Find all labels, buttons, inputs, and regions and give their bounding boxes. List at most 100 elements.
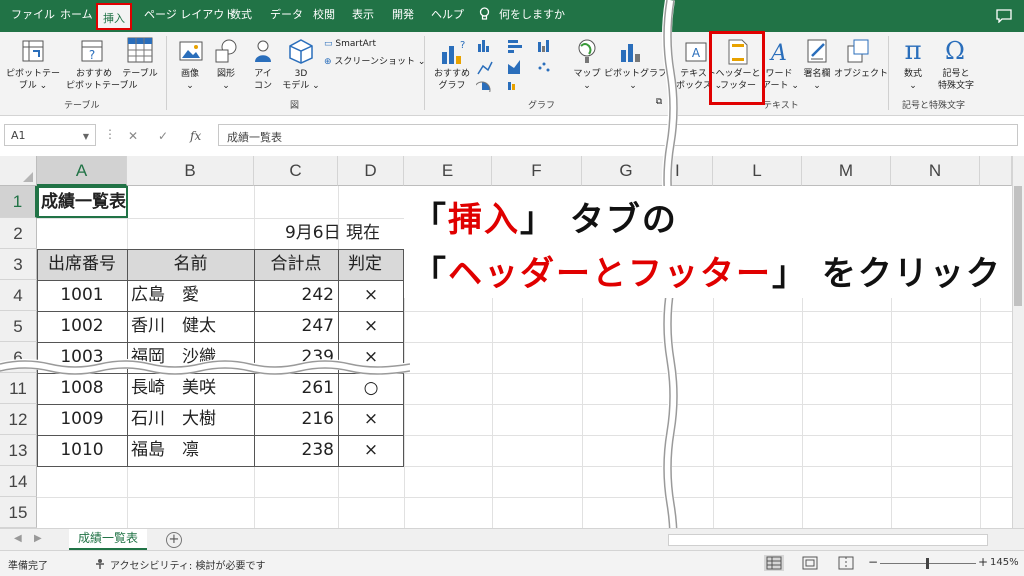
more-options-icon[interactable]: ⋮	[104, 127, 116, 141]
column-header-l[interactable]: L	[713, 156, 802, 186]
row-header-5[interactable]: 5	[0, 311, 37, 342]
page-break-view-icon[interactable]	[836, 555, 856, 571]
column-header-e[interactable]: E	[404, 156, 492, 186]
wordart-button[interactable]: ワード アート ⌄	[762, 68, 799, 92]
date-cell[interactable]: 9月6日 現在	[254, 218, 380, 248]
table-cell-number[interactable]: 1002	[37, 311, 127, 341]
accessibility-status[interactable]: アクセシビリティ: 検討が必要です	[110, 557, 265, 572]
callout-line-1: 「挿入」 タブの	[412, 192, 678, 241]
formula-input[interactable]: 成績一覧表	[218, 124, 1018, 146]
table-cell-name[interactable]: 福島 凛	[131, 435, 199, 465]
table-cell-name[interactable]: 広島 愛	[131, 280, 199, 310]
menu-insert-label: 挿入	[103, 12, 125, 25]
lightbulb-icon[interactable]	[479, 7, 490, 21]
insert-function-icon[interactable]: fx	[190, 129, 201, 143]
chevron-down-icon[interactable]: ▼	[83, 132, 89, 141]
shapes-button[interactable]: 図形 ⌄	[208, 68, 244, 92]
group-label-table: テーブル	[64, 101, 100, 111]
row-header-3[interactable]: 3	[0, 249, 37, 280]
add-sheet-icon[interactable]: +	[166, 532, 182, 548]
column-header-c[interactable]: C	[254, 156, 338, 186]
menu-review[interactable]: 校閲	[313, 8, 335, 22]
menu-page-layout[interactable]: ページ レイアウト	[144, 8, 235, 22]
row-header-2[interactable]: 2	[0, 218, 37, 249]
table-cell-total[interactable]: 242	[254, 280, 334, 310]
screenshot-icon: ⊕	[324, 57, 332, 67]
row-header-12[interactable]: 12	[0, 404, 37, 435]
row-header-15[interactable]: 15	[0, 497, 37, 528]
table-cell-mark[interactable]: ×	[338, 435, 404, 465]
enter-icon[interactable]: ✓	[158, 129, 168, 143]
sheet-tab[interactable]: 成績一覧表	[69, 529, 147, 551]
header-cell-total[interactable]: 合計点	[254, 249, 338, 279]
images-button[interactable]: 画像 ⌄	[170, 68, 210, 92]
signature-line-button[interactable]: 署名欄 ⌄	[798, 68, 836, 92]
table-cell-name[interactable]: 石川 大樹	[131, 404, 216, 434]
comment-icon[interactable]	[996, 9, 1012, 23]
page-layout-view-icon[interactable]	[800, 555, 820, 571]
column-header-d[interactable]: D	[338, 156, 404, 186]
maps-arrow: ⌄	[583, 81, 591, 91]
table-cell-number[interactable]: 1009	[37, 404, 127, 434]
menu-home[interactable]: ホーム	[60, 8, 93, 22]
vertical-scrollbar-thumb[interactable]	[1014, 186, 1022, 306]
menu-file[interactable]: ファイル	[11, 8, 55, 22]
maps-button[interactable]: マップ ⌄	[570, 68, 604, 92]
table-button[interactable]: テーブル	[118, 68, 162, 80]
symbol-button[interactable]: 記号と 特殊文字	[932, 68, 980, 92]
chevron-left-icon[interactable]: ◀	[14, 533, 22, 544]
zoom-in-button[interactable]: +	[978, 555, 988, 569]
header-cell-judgement[interactable]: 判定	[348, 249, 404, 279]
column-header-next[interactable]	[980, 156, 1012, 186]
column-header-g[interactable]: G	[582, 156, 671, 186]
table-cell-number[interactable]: 1001	[37, 280, 127, 310]
menu-developer[interactable]: 開発	[392, 8, 414, 22]
table-cell-number[interactable]: 1010	[37, 435, 127, 465]
row-header-13[interactable]: 13	[0, 435, 37, 466]
recommended-charts-button[interactable]: おすすめ グラフ	[430, 68, 474, 92]
zoom-level[interactable]: 145%	[990, 557, 1019, 568]
object-button[interactable]: オブジェクト	[834, 68, 888, 80]
3d-models-button[interactable]: 3D モデル ⌄	[280, 68, 322, 92]
table-cell-total[interactable]: 216	[254, 404, 334, 434]
column-header-n[interactable]: N	[891, 156, 980, 186]
smartart-button[interactable]: ▭ SmartArt	[324, 38, 376, 50]
zoom-slider-thumb[interactable]	[926, 558, 929, 569]
tell-me-search[interactable]: 何をしますか	[499, 8, 565, 22]
table-cell-name[interactable]: 香川 健太	[131, 311, 216, 341]
table-cell-mark[interactable]: ×	[338, 311, 404, 341]
zoom-out-button[interactable]: −	[868, 555, 878, 569]
header-cell-number[interactable]: 出席番号	[37, 249, 127, 279]
cancel-icon[interactable]: ✕	[128, 129, 138, 143]
horizontal-scrollbar[interactable]	[668, 534, 988, 546]
name-box[interactable]: A1 ▼	[4, 124, 96, 146]
menu-insert[interactable]: 挿入	[96, 3, 132, 30]
screenshot-button[interactable]: ⊕ スクリーンショット ⌄	[324, 56, 425, 68]
row-header-1[interactable]: 1	[0, 186, 37, 218]
table-cell-total[interactable]: 238	[254, 435, 334, 465]
menu-formulas[interactable]: 数式	[230, 8, 252, 22]
pivot-chart-button[interactable]: ピボットグラフ ⌄	[604, 68, 667, 92]
select-all-corner[interactable]	[0, 156, 37, 186]
table-cell-total[interactable]: 247	[254, 311, 334, 341]
row-header-4[interactable]: 4	[0, 280, 37, 311]
equation-button[interactable]: 数式 ⌄	[896, 68, 930, 92]
column-header-m[interactable]: M	[802, 156, 891, 186]
normal-view-icon[interactable]	[764, 555, 784, 571]
row-header-14[interactable]: 14	[0, 466, 37, 497]
table-cell-mark[interactable]: ×	[338, 404, 404, 434]
pivot-table-button[interactable]: ピボットテー ブル ⌄	[6, 68, 60, 92]
menu-help[interactable]: ヘルプ	[431, 8, 464, 22]
icons-button[interactable]: アイ コン	[246, 68, 280, 92]
chart-icon[interactable]	[476, 38, 572, 92]
table-cell-mark[interactable]: ×	[338, 280, 404, 310]
signature-label: 署名欄	[803, 69, 831, 79]
menu-data[interactable]: データ	[270, 8, 303, 22]
menu-view[interactable]: 表示	[352, 8, 374, 22]
recommended-pivot-button[interactable]: おすすめ ピボットテーブル	[66, 68, 137, 92]
column-header-a[interactable]: A	[37, 156, 127, 186]
chevron-right-icon[interactable]: ▶	[34, 533, 42, 544]
column-header-f[interactable]: F	[492, 156, 582, 186]
column-header-b[interactable]: B	[127, 156, 254, 186]
header-cell-name[interactable]: 名前	[127, 249, 254, 279]
